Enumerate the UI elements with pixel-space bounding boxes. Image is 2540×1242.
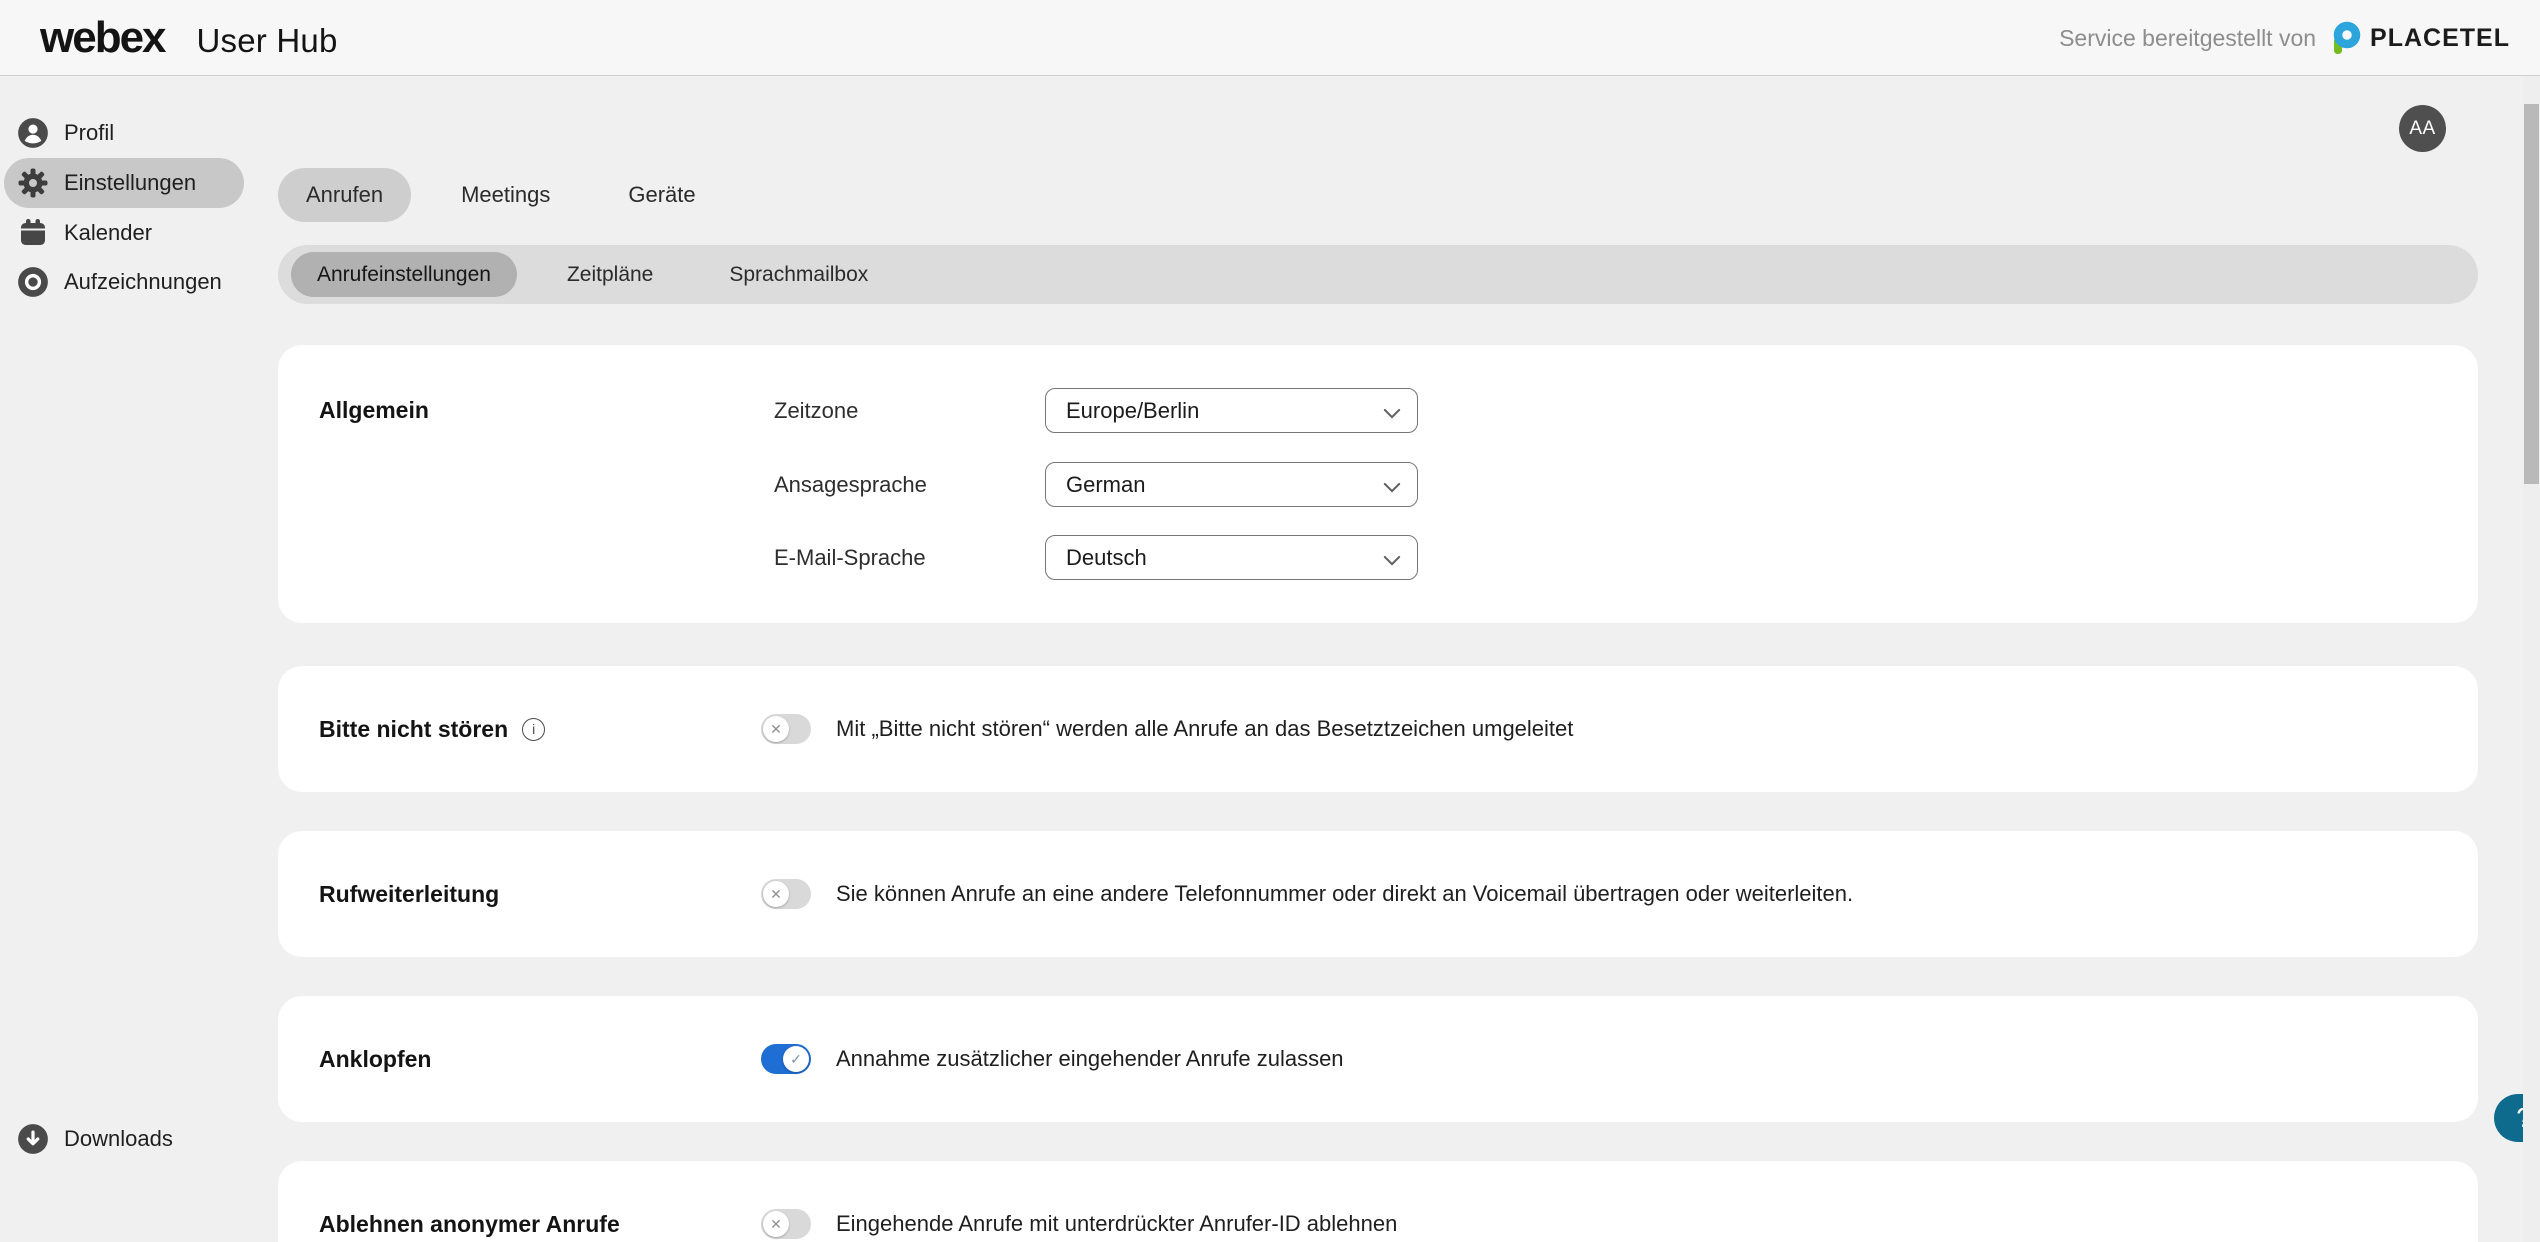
sidebar-item-label: Profil xyxy=(64,120,114,146)
sidebar-item-kalender[interactable]: Kalender xyxy=(4,208,244,258)
tab-label: Anrufen xyxy=(306,182,383,208)
subtab-zeitplaene[interactable]: Zeitpläne xyxy=(541,252,679,297)
section-title: Allgemein xyxy=(319,397,429,424)
subtab-anrufeinstellungen[interactable]: Anrufeinstellungen xyxy=(291,252,517,297)
dnd-toggle[interactable]: ✕ xyxy=(761,714,811,744)
tab-anrufen[interactable]: Anrufen xyxy=(278,168,411,222)
tab-meetings[interactable]: Meetings xyxy=(433,168,578,222)
placetel-brand: PLACETEL xyxy=(2330,21,2510,55)
field-label-email-sprache: E-Mail-Sprache xyxy=(774,535,926,580)
section-title: Rufweiterleitung xyxy=(319,881,499,908)
sidebar: Profil Einstellungen xyxy=(0,76,250,1242)
main-tabs: Anrufen Meetings Geräte xyxy=(278,168,724,222)
sidebar-item-profil[interactable]: Profil xyxy=(4,108,244,158)
placetel-logo-icon xyxy=(2330,21,2362,55)
avatar-initials: AA xyxy=(2409,118,2435,140)
toggle-x-icon: ✕ xyxy=(763,1211,789,1237)
chevron-down-icon xyxy=(1383,553,1401,571)
calendar-icon xyxy=(16,216,50,250)
sidebar-item-label: Downloads xyxy=(64,1126,173,1152)
dropdown-value: German xyxy=(1066,472,1145,498)
section-title: Bitte nicht stören xyxy=(319,716,508,743)
tab-label: Geräte xyxy=(628,182,695,208)
page-title: User Hub xyxy=(197,22,338,60)
section-title: Anklopfen xyxy=(319,1046,431,1073)
toggle-x-icon: ✕ xyxy=(763,881,789,907)
chevron-down-icon xyxy=(1383,406,1401,424)
scrollbar-thumb[interactable] xyxy=(2524,104,2539,484)
record-icon xyxy=(16,265,50,299)
card-bitte-nicht-stoeren: Bitte nicht stören i ✕ Mit „Bitte nicht … xyxy=(278,666,2478,792)
sidebar-item-label: Aufzeichnungen xyxy=(64,269,222,295)
subtab-sprachmailbox[interactable]: Sprachmailbox xyxy=(703,252,894,297)
sidebar-item-aufzeichnungen[interactable]: Aufzeichnungen xyxy=(4,257,244,307)
tab-label: Meetings xyxy=(461,182,550,208)
email-sprache-dropdown[interactable]: Deutsch xyxy=(1045,535,1418,580)
call-waiting-toggle[interactable]: ✓ xyxy=(761,1044,811,1074)
section-title: Ablehnen anonymer Anrufe xyxy=(319,1211,620,1238)
anonymous-call-rejection-toggle[interactable]: ✕ xyxy=(761,1209,811,1239)
webex-logo[interactable]: webex User Hub xyxy=(40,13,338,63)
chevron-down-icon xyxy=(1383,480,1401,498)
info-icon[interactable]: i xyxy=(522,718,545,741)
sidebar-item-einstellungen[interactable]: Einstellungen xyxy=(4,158,244,208)
call-forwarding-toggle[interactable]: ✕ xyxy=(761,879,811,909)
setting-description: Eingehende Anrufe mit unterdrückter Anru… xyxy=(836,1161,1397,1242)
toggle-check-icon: ✓ xyxy=(783,1046,809,1072)
user-avatar[interactable]: AA xyxy=(2399,105,2446,152)
card-ablehnen-anonymer-anrufe: Ablehnen anonymer Anrufe ✕ Eingehende An… xyxy=(278,1161,2478,1242)
ansagesprache-dropdown[interactable]: German xyxy=(1045,462,1418,507)
webex-logo-text: webex xyxy=(40,13,165,63)
setting-description: Annahme zusätzlicher eingehender Anrufe … xyxy=(836,996,1344,1122)
field-label-zeitzone: Zeitzone xyxy=(774,388,858,433)
app-header: webex User Hub Service bereitgestellt vo… xyxy=(0,0,2540,76)
dropdown-value: Deutsch xyxy=(1066,545,1147,571)
gear-icon xyxy=(16,166,50,200)
download-icon xyxy=(16,1122,50,1156)
tab-geraete[interactable]: Geräte xyxy=(600,168,723,222)
card-allgemein: Allgemein Zeitzone Europe/Berlin Ansages… xyxy=(278,345,2478,623)
subtab-label: Anrufeinstellungen xyxy=(317,263,491,287)
card-anklopfen: Anklopfen ✓ Annahme zusätzlicher eingehe… xyxy=(278,996,2478,1122)
subtab-label: Sprachmailbox xyxy=(729,263,868,287)
profile-icon xyxy=(16,116,50,150)
placetel-logo-text: PLACETEL xyxy=(2370,24,2510,53)
card-rufweiterleitung: Rufweiterleitung ✕ Sie können Anrufe an … xyxy=(278,831,2478,957)
subtab-label: Zeitpläne xyxy=(567,263,653,287)
dropdown-value: Europe/Berlin xyxy=(1066,398,1199,424)
toggle-x-icon: ✕ xyxy=(763,716,789,742)
sidebar-item-label: Einstellungen xyxy=(64,170,196,196)
service-provided-by-label: Service bereitgestellt von xyxy=(2059,25,2316,52)
sidebar-item-label: Kalender xyxy=(64,220,152,246)
setting-description: Mit „Bitte nicht stören“ werden alle Anr… xyxy=(836,666,1573,792)
sub-tab-bar: Anrufeinstellungen Zeitpläne Sprachmailb… xyxy=(278,245,2478,304)
zeitzone-dropdown[interactable]: Europe/Berlin xyxy=(1045,388,1418,433)
setting-description: Sie können Anrufe an eine andere Telefon… xyxy=(836,831,1853,957)
service-provider-area: Service bereitgestellt von PLACETEL xyxy=(2059,0,2510,76)
sidebar-item-downloads[interactable]: Downloads xyxy=(4,1114,244,1164)
field-label-ansagesprache: Ansagesprache xyxy=(774,462,927,507)
